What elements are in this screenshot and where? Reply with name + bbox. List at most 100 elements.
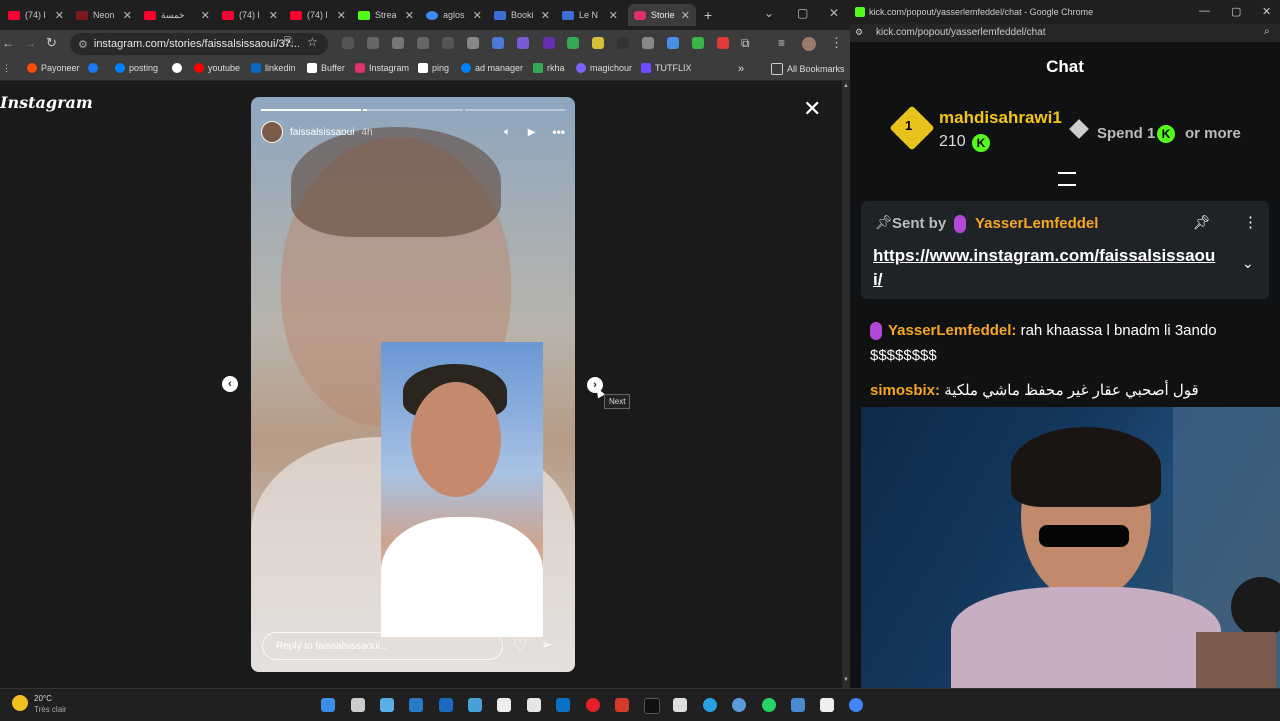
app-icon[interactable] <box>791 698 805 712</box>
play-icon[interactable]: ▶ <box>528 127 536 138</box>
extension-icon[interactable] <box>717 37 729 49</box>
tab-stream[interactable]: Strea ✕ <box>352 4 420 26</box>
scroll-up-icon[interactable]: ▲ <box>843 83 849 89</box>
minimize-icon[interactable]: ▢ <box>797 6 808 20</box>
chevron-down-icon[interactable]: ⌄ <box>1242 255 1254 272</box>
tab-neon[interactable]: Neon ✕ <box>70 4 138 26</box>
collapse-icon[interactable] <box>1058 172 1076 186</box>
scroll-down-icon[interactable]: ▼ <box>843 677 849 683</box>
close-tab-icon[interactable]: ✕ <box>123 9 132 22</box>
app-icon[interactable] <box>468 698 482 712</box>
maximize-icon[interactable]: ▢ <box>1231 5 1241 18</box>
zoom-icon[interactable]: ⌕ <box>1264 26 1270 37</box>
pinned-sender[interactable]: YasserLemfeddel <box>975 215 1098 232</box>
message-user[interactable]: simosbix <box>870 382 935 399</box>
bookmark-posting[interactable]: posting <box>115 63 158 73</box>
bookmark-google[interactable] <box>172 63 182 73</box>
extension-icon[interactable] <box>442 37 454 49</box>
extension-icon[interactable] <box>592 37 604 49</box>
weather-desc[interactable]: Très clair <box>34 705 67 714</box>
story-viewer[interactable]: faissalsissaoui 4h 🔈︎ ▶ ••• Reply to fai… <box>251 97 575 672</box>
story-author-avatar[interactable] <box>261 121 283 143</box>
extension-icon[interactable] <box>642 37 654 49</box>
notion-icon[interactable] <box>820 698 834 712</box>
tab-stories[interactable]: Storie ✕ <box>628 4 696 26</box>
profile-avatar[interactable] <box>802 37 816 51</box>
bookmark-rkha[interactable]: rkha <box>533 63 565 73</box>
tiktok-icon[interactable] <box>644 698 660 714</box>
media-icon[interactable]: ≡ <box>778 36 785 50</box>
back-icon[interactable]: ← <box>2 36 14 50</box>
extension-icon[interactable] <box>617 37 629 49</box>
close-tab-icon[interactable]: ✕ <box>541 9 550 22</box>
copilot-icon[interactable] <box>380 698 394 712</box>
mute-icon[interactable]: 🔈︎ <box>504 126 511 139</box>
close-tab-icon[interactable]: ✕ <box>609 9 618 22</box>
site-info-icon[interactable]: ⚙ <box>855 27 863 38</box>
menu-icon[interactable]: ⋮ <box>830 35 843 51</box>
extension-icon[interactable] <box>667 37 679 49</box>
app-icon[interactable] <box>732 698 746 712</box>
extension-icon[interactable] <box>492 37 504 49</box>
task-view-icon[interactable] <box>351 698 365 712</box>
close-tab-icon[interactable]: ✕ <box>337 9 346 22</box>
bookmark-ping[interactable]: ping <box>418 63 449 73</box>
new-tab-button[interactable]: + <box>698 4 718 26</box>
bookmark-magichour[interactable]: magichour <box>576 63 632 73</box>
close-window-icon[interactable]: ✕ <box>829 6 839 20</box>
close-tab-icon[interactable]: ✕ <box>269 9 278 22</box>
app-icon[interactable] <box>497 698 511 712</box>
whatsapp-icon[interactable] <box>762 698 776 712</box>
close-tab-icon[interactable]: ✕ <box>55 9 64 22</box>
close-window-icon[interactable]: ✕ <box>1262 5 1271 18</box>
bookmark-linkedin[interactable]: linkedin <box>251 63 296 73</box>
opera-icon[interactable] <box>586 698 600 712</box>
bookmark-tutflix[interactable]: TUTFLIX <box>641 63 692 73</box>
bookmark-buffer[interactable]: Buffer <box>307 63 345 73</box>
telegram-icon[interactable] <box>703 698 717 712</box>
minimize-icon[interactable]: — <box>1199 5 1210 17</box>
extension-icon[interactable] <box>567 37 579 49</box>
leader-name[interactable]: mahdisahrawi1 <box>939 108 1062 128</box>
bookmark-instagram[interactable]: Instagram <box>355 63 409 73</box>
tab-booking[interactable]: Booki ✕ <box>488 4 556 26</box>
tab-youtube-4[interactable]: (74) l ✕ <box>284 4 352 26</box>
extension-icon[interactable] <box>417 37 429 49</box>
app-icon[interactable] <box>409 698 423 712</box>
pinned-link[interactable]: https://www.instagram.com/faissalsissaou… <box>873 244 1223 292</box>
more-icon[interactable]: ⋮ <box>1243 213 1258 231</box>
close-story-button[interactable]: ✕ <box>803 96 821 122</box>
story-reply-input[interactable]: Reply to faissalsissaoui... <box>262 632 503 660</box>
previous-story-button[interactable]: ‹ <box>222 376 238 392</box>
apps-icon[interactable]: ⋮ <box>2 63 11 74</box>
tab-le-n[interactable]: Le N ✕ <box>556 4 624 26</box>
bookmark-youtube[interactable]: youtube <box>194 63 240 73</box>
site-info-icon[interactable]: ⚙ <box>78 38 88 51</box>
extension-icon[interactable] <box>543 37 555 49</box>
dropdown-icon[interactable]: ⌄ <box>764 6 774 20</box>
story-username[interactable]: faissalsissaoui <box>290 127 354 138</box>
send-icon[interactable]: ➢ <box>541 636 553 653</box>
close-tab-icon[interactable]: ✕ <box>681 9 690 22</box>
close-tab-icon[interactable]: ✕ <box>405 9 414 22</box>
forward-icon[interactable]: → <box>24 36 36 50</box>
all-bookmarks[interactable]: All Bookmarks <box>771 63 845 75</box>
extensions-puzzle-icon[interactable]: ⧉ <box>741 36 750 51</box>
unpin-icon[interactable]: 📌︎ <box>1193 214 1211 231</box>
message-user[interactable]: YasserLemfeddel <box>888 322 1011 339</box>
start-icon[interactable] <box>321 698 335 712</box>
chrome-icon[interactable] <box>849 698 863 712</box>
extension-icon[interactable] <box>342 37 354 49</box>
install-icon[interactable]: ⎘ <box>284 36 293 49</box>
tab-youtube-2[interactable]: خمسة ✕ <box>138 4 216 26</box>
instagram-logo[interactable]: Instagram <box>0 93 93 112</box>
star-icon[interactable]: ☆ <box>307 35 318 49</box>
weather-temp[interactable]: 20°C <box>34 694 52 703</box>
extension-icon[interactable] <box>467 37 479 49</box>
bookmark-payoneer[interactable]: Payoneer <box>27 63 80 73</box>
app-icon[interactable] <box>673 698 687 712</box>
weather-icon[interactable] <box>12 695 28 711</box>
app-icon[interactable] <box>439 698 453 712</box>
extension-icon[interactable] <box>367 37 379 49</box>
tab-youtube-3[interactable]: (74) l ✕ <box>216 4 284 26</box>
